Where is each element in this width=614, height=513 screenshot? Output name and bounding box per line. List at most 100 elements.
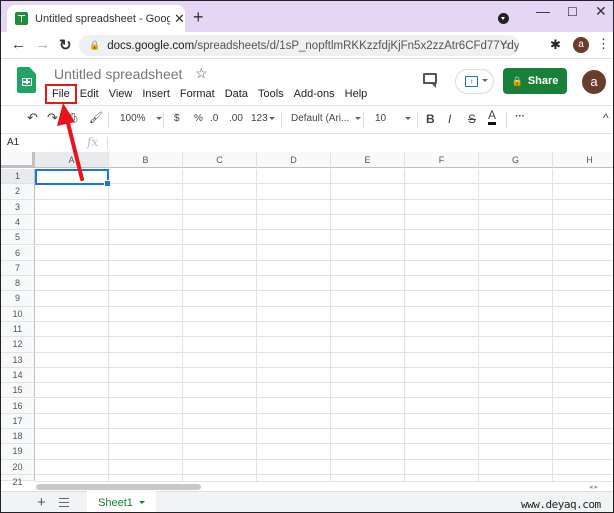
- menu-tools[interactable]: Tools: [253, 86, 289, 102]
- more-formats-select[interactable]: 123: [251, 113, 275, 124]
- decrease-decimal-button[interactable]: .0: [210, 113, 218, 124]
- menu-data[interactable]: Data: [220, 86, 253, 102]
- undo-icon[interactable]: ↶: [27, 110, 38, 126]
- minimize-button[interactable]: —: [536, 3, 550, 19]
- row-header-21[interactable]: 21: [1, 475, 35, 487]
- menu-addons[interactable]: Add-ons: [289, 86, 340, 102]
- row-header-1[interactable]: 1: [1, 169, 35, 185]
- bookmark-star-icon[interactable]: ☆: [500, 38, 511, 52]
- row-header-11[interactable]: 11: [1, 322, 35, 338]
- grid-row[interactable]: [35, 444, 613, 460]
- column-header-a[interactable]: A: [35, 152, 109, 168]
- increase-decimal-button[interactable]: .00: [229, 113, 243, 124]
- print-icon[interactable]: ⎙: [67, 110, 77, 126]
- grid-row[interactable]: [35, 276, 613, 292]
- grid-row[interactable]: [35, 200, 613, 215]
- star-icon[interactable]: ☆: [195, 65, 208, 82]
- new-tab-button[interactable]: +: [193, 7, 204, 28]
- row-header-9[interactable]: 9: [1, 291, 35, 307]
- extensions-icon[interactable]: ✱: [550, 37, 561, 53]
- column-header-f[interactable]: F: [405, 152, 479, 168]
- row-header-10[interactable]: 10: [1, 306, 35, 322]
- formula-input[interactable]: [113, 134, 613, 152]
- grid-row[interactable]: [35, 399, 613, 414]
- collapse-menu-icon[interactable]: ^: [603, 111, 609, 125]
- menu-insert[interactable]: Insert: [137, 86, 175, 102]
- account-avatar[interactable]: a: [582, 70, 606, 94]
- row-header-4[interactable]: 4: [1, 214, 35, 231]
- forward-button[interactable]: →: [35, 36, 50, 53]
- present-button[interactable]: ↑: [455, 69, 494, 94]
- column-header-g[interactable]: G: [479, 152, 553, 168]
- bold-button[interactable]: B: [426, 112, 435, 126]
- row-header-13[interactable]: 13: [1, 352, 35, 368]
- grid-row[interactable]: [35, 307, 613, 322]
- grid-row[interactable]: [35, 291, 613, 307]
- row-header-15[interactable]: 15: [1, 383, 35, 399]
- name-box[interactable]: A1: [7, 137, 19, 148]
- row-header-3[interactable]: 3: [1, 199, 35, 215]
- grid-row[interactable]: [35, 261, 613, 277]
- grid-row[interactable]: [35, 169, 613, 185]
- menu-edit[interactable]: Edit: [75, 86, 104, 102]
- menu-view[interactable]: View: [104, 86, 138, 102]
- row-header-8[interactable]: 8: [1, 276, 35, 292]
- selected-cell-a1[interactable]: [35, 169, 111, 187]
- grid-row[interactable]: [35, 230, 613, 246]
- row-header-12[interactable]: 12: [1, 337, 35, 353]
- row-header-14[interactable]: 14: [1, 367, 35, 384]
- grid-row[interactable]: [35, 322, 613, 338]
- add-sheet-button[interactable]: +: [37, 494, 46, 511]
- column-header-d[interactable]: D: [257, 152, 331, 168]
- select-all-corner[interactable]: [1, 152, 35, 168]
- url-bar[interactable]: 🔒 docs.google.com/spreadsheets/d/1sP_nop…: [79, 35, 519, 56]
- grid-row[interactable]: [35, 414, 613, 430]
- browser-profile-avatar[interactable]: a: [573, 37, 589, 53]
- currency-format-button[interactable]: $: [174, 113, 180, 124]
- maximize-button[interactable]: ☐: [567, 5, 578, 19]
- row-header-6[interactable]: 6: [1, 245, 35, 261]
- row-header-5[interactable]: 5: [1, 230, 35, 246]
- grid-row[interactable]: [35, 368, 613, 384]
- grid-row[interactable]: [35, 353, 613, 368]
- grid-row[interactable]: [35, 184, 613, 200]
- menu-format[interactable]: Format: [175, 86, 220, 102]
- document-title[interactable]: Untitled spreadsheet: [54, 66, 182, 82]
- font-size-select[interactable]: 10: [375, 113, 412, 124]
- row-header-7[interactable]: 7: [1, 260, 35, 277]
- grid-row[interactable]: [35, 460, 613, 475]
- grid-row[interactable]: [35, 429, 613, 445]
- column-header-e[interactable]: E: [331, 152, 405, 168]
- row-header-19[interactable]: 19: [1, 444, 35, 460]
- share-button[interactable]: 🔒 Share: [503, 68, 567, 94]
- column-header-b[interactable]: B: [109, 152, 183, 168]
- row-header-18[interactable]: 18: [1, 429, 35, 445]
- close-window-button[interactable]: ✕: [595, 3, 607, 20]
- browser-tab[interactable]: Untitled spreadsheet - Google Sh ✕: [7, 5, 185, 32]
- paint-format-icon[interactable]: 🖌: [89, 111, 103, 124]
- row-header-17[interactable]: 17: [1, 413, 35, 430]
- reload-button[interactable]: ↻: [59, 36, 72, 54]
- grid-row[interactable]: [35, 215, 613, 231]
- more-options-icon[interactable]: ···: [515, 111, 525, 122]
- grid-row[interactable]: [35, 337, 613, 353]
- sheet-tab-sheet1[interactable]: Sheet1: [87, 491, 156, 512]
- menu-file[interactable]: File: [45, 84, 77, 104]
- text-color-button[interactable]: A: [488, 109, 497, 125]
- grid-row[interactable]: [35, 246, 613, 261]
- font-family-select[interactable]: Default (Ari...: [291, 113, 362, 124]
- percent-format-button[interactable]: %: [194, 113, 203, 124]
- row-header-16[interactable]: 16: [1, 398, 35, 414]
- comment-history-icon[interactable]: [423, 73, 437, 88]
- zoom-select[interactable]: 100%: [120, 113, 162, 124]
- browser-menu-icon[interactable]: ⋮: [597, 36, 610, 52]
- grid-row[interactable]: [35, 383, 613, 399]
- scroll-arrows[interactable]: ◂ ▸: [589, 483, 598, 491]
- column-header-h[interactable]: H: [553, 152, 613, 168]
- italic-button[interactable]: I: [448, 112, 451, 126]
- column-header-c[interactable]: C: [183, 152, 257, 168]
- all-sheets-menu-icon[interactable]: [59, 498, 69, 507]
- back-button[interactable]: ←: [11, 36, 26, 53]
- row-header-2[interactable]: 2: [1, 184, 35, 200]
- tab-close-icon[interactable]: ✕: [174, 11, 185, 27]
